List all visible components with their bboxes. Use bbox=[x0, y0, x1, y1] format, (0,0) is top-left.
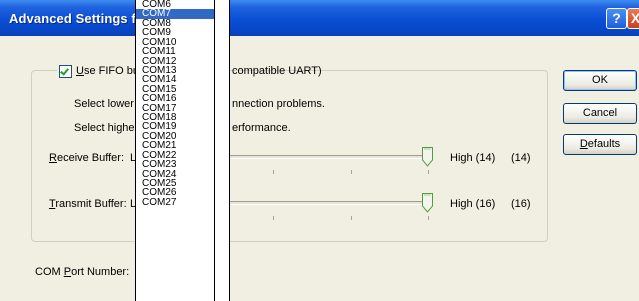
receive-tick bbox=[351, 170, 352, 174]
cancel-button[interactable]: Cancel bbox=[563, 103, 637, 124]
higher-buffers-text-tail: erformance. bbox=[232, 122, 291, 134]
checkmark-icon bbox=[60, 65, 69, 76]
help-icon: ? bbox=[612, 10, 621, 26]
lower-buffers-text-tail: nnection problems. bbox=[232, 98, 325, 110]
dropdown-scroll-area[interactable] bbox=[215, 0, 230, 301]
com-port-label: COM Port Number: bbox=[35, 266, 130, 278]
receive-tick bbox=[428, 170, 429, 174]
receive-slider-thumb[interactable] bbox=[422, 147, 433, 167]
receive-buffer-slider[interactable] bbox=[225, 155, 430, 159]
receive-value-label: High (14) bbox=[450, 152, 496, 164]
lower-buffers-text: Select lower bbox=[74, 98, 134, 110]
transmit-buffer-label: Transmit Buffer: bbox=[49, 198, 127, 210]
transmit-tick bbox=[273, 216, 274, 220]
com-port-option[interactable]: COM27 bbox=[136, 197, 214, 207]
transmit-value-label: High (16) bbox=[450, 198, 496, 210]
ok-button[interactable]: OK bbox=[563, 70, 637, 91]
window-title: Advanced Settings f bbox=[9, 11, 136, 26]
defaults-button[interactable]: Defaults bbox=[563, 134, 637, 155]
title-bar[interactable]: Advanced Settings f ? X bbox=[0, 0, 639, 36]
transmit-buffer-slider[interactable] bbox=[225, 201, 430, 205]
receive-buffer-label: Receive Buffer: bbox=[49, 152, 125, 164]
close-icon: X bbox=[630, 10, 639, 26]
help-button[interactable]: ? bbox=[606, 8, 627, 29]
fifo-label-tail: compatible UART) bbox=[232, 65, 322, 77]
fifo-checkbox[interactable] bbox=[59, 64, 72, 78]
transmit-slider-thumb[interactable] bbox=[422, 193, 433, 213]
transmit-tick bbox=[428, 216, 429, 220]
transmit-value: (16) bbox=[511, 198, 531, 210]
higher-buffers-text: Select higher bbox=[74, 122, 139, 134]
fifo-label: Use FIFO bu bbox=[76, 65, 139, 77]
transmit-tick bbox=[351, 216, 352, 220]
receive-tick bbox=[273, 170, 274, 174]
fifo-checkbox-row[interactable]: Use FIFO bu bbox=[57, 63, 142, 79]
com-port-dropdown-list[interactable]: COM6 COM7 COM8 COM9 COM10 COM11 COM12 COM13 COM1… bbox=[135, 0, 215, 301]
close-button[interactable]: X bbox=[627, 8, 639, 29]
receive-value: (14) bbox=[511, 152, 531, 164]
